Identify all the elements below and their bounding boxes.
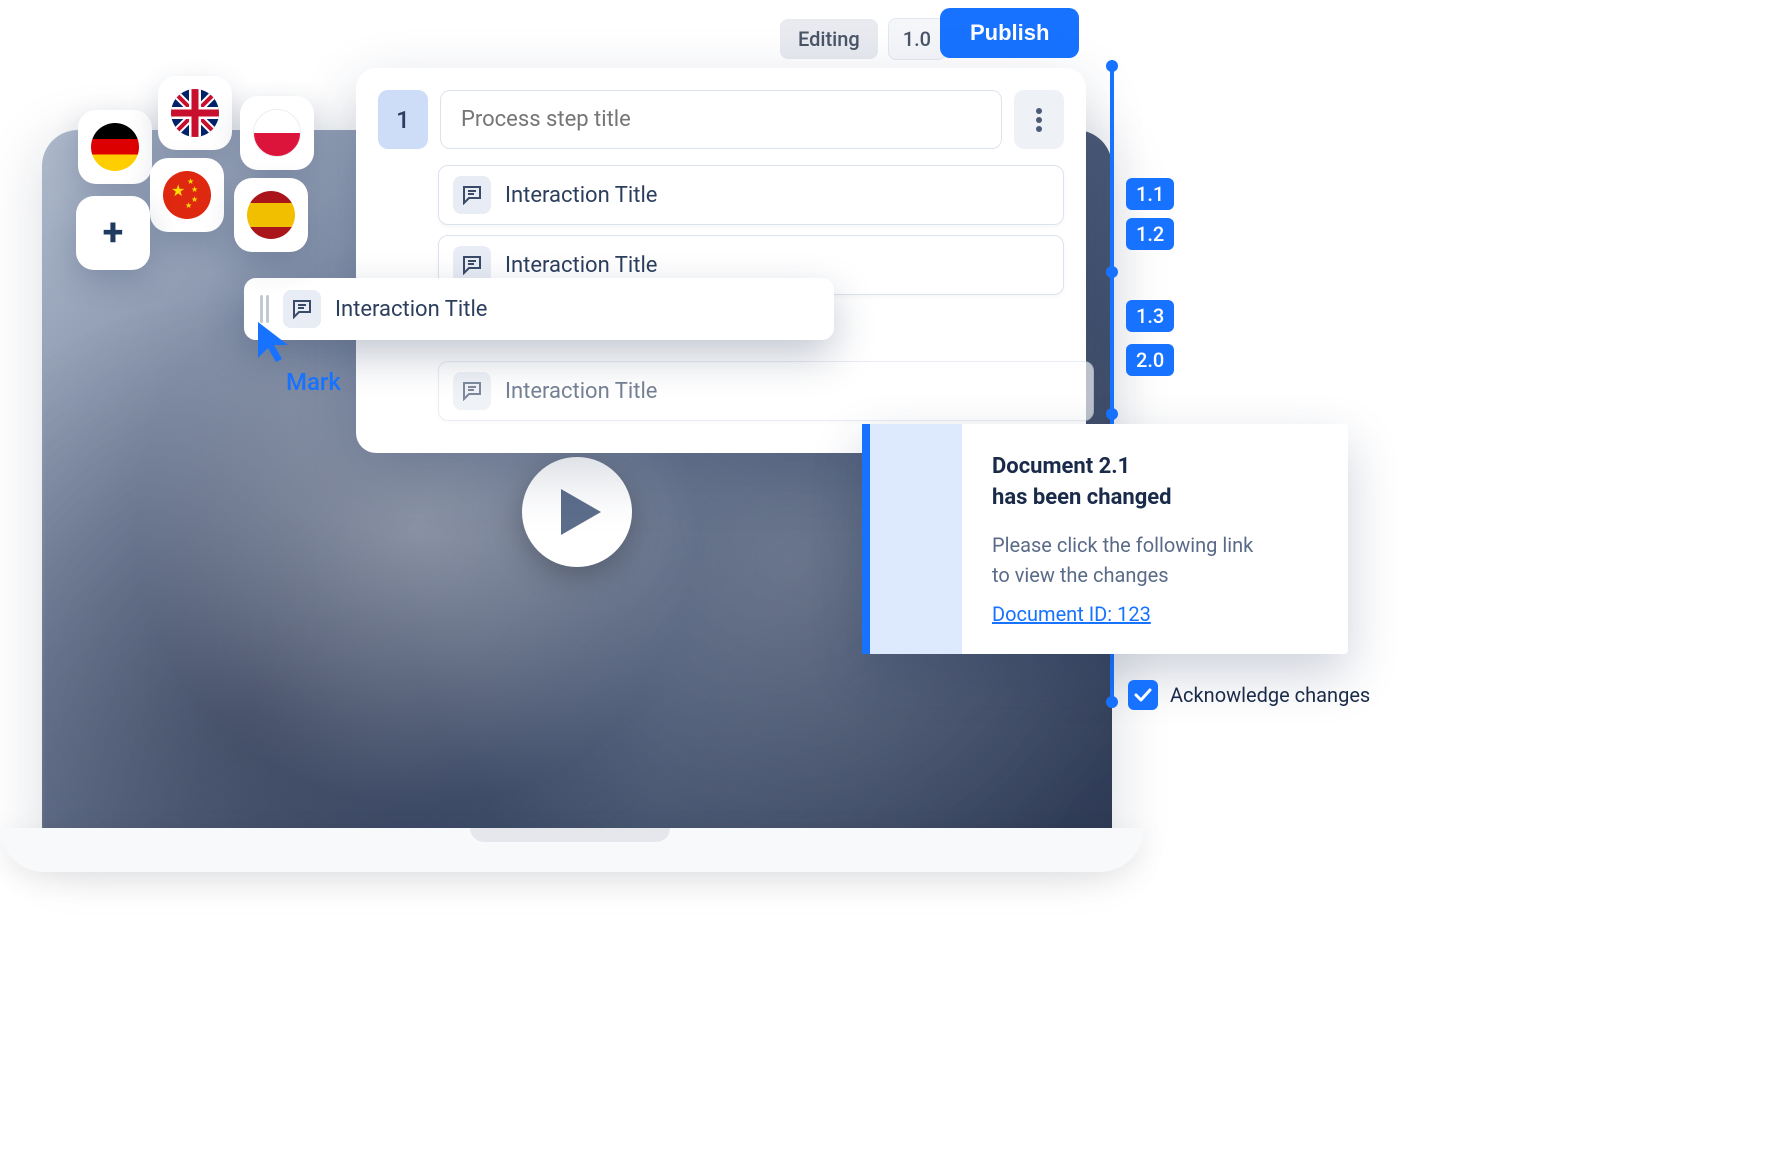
chat-icon bbox=[462, 255, 482, 275]
interaction-title: Interaction Title bbox=[505, 253, 657, 278]
interaction-title: Interaction Title bbox=[505, 379, 657, 404]
drag-handle-icon[interactable] bbox=[260, 295, 269, 323]
version-badge[interactable]: 2.0 bbox=[1126, 344, 1174, 376]
interaction-title: Interaction Title bbox=[505, 183, 657, 208]
version-pill: 1.0 bbox=[888, 18, 946, 60]
notification-light-panel bbox=[870, 424, 962, 654]
timeline-node bbox=[1106, 408, 1118, 420]
process-step-editor: 1 Interaction Title Interaction Title In… bbox=[356, 68, 1086, 453]
interaction-icon bbox=[453, 176, 491, 214]
interaction-row-placeholder[interactable]: Interaction Title bbox=[438, 361, 1094, 421]
add-language-button[interactable]: + bbox=[76, 196, 150, 270]
publish-button[interactable]: Publish bbox=[940, 8, 1079, 58]
version-badge[interactable]: 1.3 bbox=[1126, 300, 1174, 332]
step-title-input[interactable] bbox=[440, 90, 1002, 149]
cursor-icon bbox=[256, 320, 292, 364]
dragged-interaction-title: Interaction Title bbox=[335, 297, 487, 322]
timeline-node bbox=[1106, 696, 1118, 708]
step-number-badge: 1 bbox=[378, 90, 428, 149]
language-flag-uk[interactable] bbox=[158, 76, 232, 150]
flag-uk-icon bbox=[171, 89, 219, 137]
interaction-row[interactable]: Interaction Title bbox=[438, 165, 1064, 225]
flag-pl-icon bbox=[253, 109, 301, 157]
flag-es-icon bbox=[247, 191, 295, 239]
notification-document-link[interactable]: Document ID: 123 bbox=[992, 602, 1151, 626]
language-flag-polish[interactable] bbox=[240, 96, 314, 170]
timeline-node bbox=[1106, 266, 1118, 278]
dragged-interaction-item[interactable]: Interaction Title bbox=[244, 278, 834, 340]
chat-icon bbox=[292, 299, 312, 319]
notification-body: Please click the following link to view … bbox=[992, 530, 1318, 590]
collaborator-cursor bbox=[256, 320, 292, 368]
editing-status-pill: Editing bbox=[780, 19, 878, 59]
notification-accent-bar bbox=[862, 424, 870, 654]
play-icon bbox=[561, 489, 601, 535]
check-icon bbox=[1134, 688, 1152, 702]
flag-de-icon bbox=[91, 123, 139, 171]
change-notification-card: Document 2.1 has been changed Please cli… bbox=[862, 424, 1348, 654]
laptop-notch bbox=[470, 828, 670, 842]
version-badge[interactable]: 1.2 bbox=[1126, 218, 1174, 250]
flag-cn-icon: ★ ★ ★ ★ ★ bbox=[163, 171, 211, 219]
language-flag-german[interactable] bbox=[78, 110, 152, 184]
interaction-icon bbox=[453, 372, 491, 410]
language-flag-spanish[interactable] bbox=[234, 178, 308, 252]
timeline-node bbox=[1106, 60, 1118, 72]
acknowledge-label: Acknowledge changes bbox=[1170, 683, 1370, 707]
version-badge[interactable]: 1.1 bbox=[1126, 178, 1174, 210]
chat-icon bbox=[462, 381, 482, 401]
acknowledge-checkbox[interactable] bbox=[1128, 680, 1158, 710]
more-vertical-icon bbox=[1036, 108, 1042, 132]
more-options-button[interactable] bbox=[1014, 90, 1064, 149]
play-button[interactable] bbox=[522, 457, 632, 567]
plus-icon: + bbox=[103, 211, 124, 255]
chat-icon bbox=[462, 185, 482, 205]
language-flag-chinese[interactable]: ★ ★ ★ ★ ★ bbox=[150, 158, 224, 232]
notification-title: Document 2.1 has been changed bbox=[992, 452, 1318, 514]
collaborator-name: Mark bbox=[286, 368, 341, 396]
